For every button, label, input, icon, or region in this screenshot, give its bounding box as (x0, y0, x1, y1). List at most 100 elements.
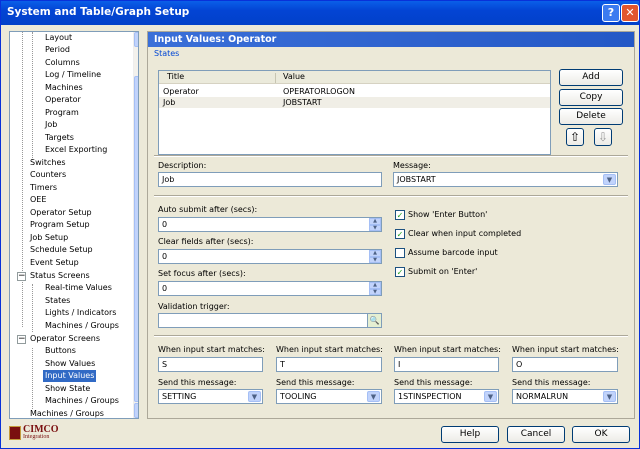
row-value: JOBSTART (283, 98, 322, 107)
validation-field[interactable]: 🔍 (158, 313, 382, 328)
settings-panel: Input Values: Operator States Title Valu… (147, 31, 635, 419)
scroll-down-icon[interactable]: ▼ (134, 403, 138, 418)
tree-item-job-setup[interactable]: Job Setup (30, 232, 68, 244)
tree-item-machines[interactable]: Machines (45, 82, 83, 94)
spinner[interactable]: ▲ ▼ (369, 282, 381, 295)
tree-item-event-setup[interactable]: Event Setup (30, 257, 79, 269)
help-icon[interactable]: ? (602, 4, 620, 22)
message-dropdown[interactable]: JOBSTART ▼ (393, 172, 618, 187)
scroll-thumb[interactable] (134, 76, 138, 402)
chevron-down-icon[interactable]: ▼ (484, 391, 497, 402)
table-row[interactable]: Job JOBSTART (159, 97, 550, 108)
match-field[interactable]: O (512, 357, 618, 372)
tree-item-real-time-values[interactable]: Real-time Values (45, 282, 112, 294)
move-down-icon[interactable]: ⇩ (594, 128, 612, 146)
send-dropdown[interactable]: TOOLING ▼ (276, 389, 382, 404)
match-field[interactable]: T (276, 357, 382, 372)
close-icon[interactable]: ✕ (621, 4, 639, 22)
clear-fields-label: Clear fields after (secs): (158, 237, 254, 246)
tree-item-buttons[interactable]: Buttons (45, 345, 76, 357)
auto-submit-value: 0 (162, 220, 168, 229)
clear-fields-stepper[interactable]: 0 ▲ ▼ (158, 249, 382, 264)
tree-item-schedule-setup[interactable]: Schedule Setup (30, 244, 93, 256)
tree-item-machines-groups[interactable]: Machines / Groups (45, 320, 119, 332)
chevron-down-icon[interactable]: ▼ (603, 174, 616, 185)
chevron-down-icon[interactable]: ▼ (248, 391, 261, 402)
match-field[interactable]: S (158, 357, 263, 372)
tree-scrollbar[interactable]: ▲ ▼ (133, 32, 138, 418)
tree-item-oee[interactable]: OEE (30, 194, 46, 206)
column-value[interactable]: Value (283, 72, 305, 81)
help-button[interactable]: Help (441, 426, 499, 443)
tree-item-operator-screens[interactable]: Operator Screens (30, 333, 100, 345)
tree-item-switches[interactable]: Switches (30, 157, 66, 169)
submit-on-enter-checkbox[interactable]: ✓ (395, 267, 405, 277)
tree-item-status-screens[interactable]: Status Screens (30, 270, 90, 282)
states-list[interactable]: Title Value Operator OPERATORLOGON Job J… (158, 70, 551, 155)
column-title[interactable]: Title (167, 72, 184, 81)
tree-item-job[interactable]: Job (45, 119, 57, 131)
cimco-logo: CIMCO Integration (9, 424, 69, 444)
assume-barcode-checkbox[interactable] (395, 248, 405, 258)
chevron-down-icon[interactable]: ▼ (367, 391, 380, 402)
match-label: When input start matches: (394, 345, 501, 354)
tree-item-layout[interactable]: Layout (45, 32, 72, 44)
delete-button[interactable]: Delete (559, 108, 623, 125)
tree-item-log-timeline[interactable]: Log / Timeline (45, 69, 101, 81)
send-value: SETTING (162, 392, 197, 401)
tree-item-lights-indicators[interactable]: Lights / Indicators (45, 307, 116, 319)
set-focus-stepper[interactable]: 0 ▲ ▼ (158, 281, 382, 296)
table-row[interactable]: Operator OPERATORLOGON (159, 86, 550, 97)
tree-item-period[interactable]: Period (45, 44, 70, 56)
add-button[interactable]: Add (559, 69, 623, 86)
send-value: NORMALRUN (516, 392, 569, 401)
tree-item-operator-setup[interactable]: Operator Setup (30, 207, 92, 219)
tree-item-program[interactable]: Program (45, 107, 79, 119)
description-field[interactable]: Job (158, 172, 382, 187)
send-dropdown[interactable]: SETTING ▼ (158, 389, 263, 404)
auto-submit-stepper[interactable]: 0 ▲ ▼ (158, 217, 382, 232)
send-dropdown[interactable]: NORMALRUN ▼ (512, 389, 618, 404)
ok-button[interactable]: OK (572, 426, 630, 443)
copy-button[interactable]: Copy (559, 89, 623, 106)
tree-item-operator[interactable]: Operator (45, 94, 81, 106)
tree-item-machines-groups-3[interactable]: Machines / Groups (30, 408, 104, 418)
tree-item-timers[interactable]: Timers (30, 182, 57, 194)
list-header: Title Value (159, 71, 550, 84)
cancel-button[interactable]: Cancel (507, 426, 565, 443)
move-up-icon[interactable]: ⇧ (566, 128, 584, 146)
tree-item-show-values[interactable]: Show Values (45, 358, 95, 370)
spin-down-icon[interactable]: ▼ (369, 224, 381, 231)
send-dropdown[interactable]: 1STINSPECTION ▼ (394, 389, 499, 404)
tree-item-targets[interactable]: Targets (45, 132, 74, 144)
chevron-down-icon[interactable]: ▼ (603, 391, 616, 402)
search-icon[interactable]: 🔍 (367, 314, 381, 327)
logo-subtext: Integration (23, 434, 50, 440)
tree-item-input-values[interactable]: Input Values (43, 370, 97, 382)
spin-down-icon[interactable]: ▼ (369, 256, 381, 263)
send-label: Send this message: (276, 378, 355, 387)
tree-item-program-setup[interactable]: Program Setup (30, 219, 90, 231)
match-field[interactable]: I (394, 357, 499, 372)
tree-line (32, 32, 33, 160)
tree-item-columns[interactable]: Columns (45, 57, 80, 69)
clear-when-complete-checkbox[interactable]: ✓ (395, 229, 405, 239)
spin-down-icon[interactable]: ▼ (369, 288, 381, 295)
collapse-icon[interactable]: − (17, 335, 26, 344)
tree-item-states[interactable]: States (45, 295, 70, 307)
tree-item-show-state[interactable]: Show State (45, 383, 90, 395)
show-enter-label: Show 'Enter Button' (408, 210, 488, 219)
tree-item-excel-exporting[interactable]: Excel Exporting (45, 144, 107, 156)
spinner[interactable]: ▲ ▼ (369, 218, 381, 231)
column-separator[interactable] (275, 73, 276, 83)
show-enter-checkbox[interactable]: ✓ (395, 210, 405, 220)
tree-item-machines-groups-2[interactable]: Machines / Groups (45, 395, 119, 407)
divider (154, 195, 628, 197)
title-bar: System and Table/Graph Setup ? ✕ (1, 1, 639, 25)
send-label: Send this message: (158, 378, 237, 387)
tree-item-counters[interactable]: Counters (30, 169, 66, 181)
scroll-up-icon[interactable]: ▲ (134, 32, 138, 47)
spinner[interactable]: ▲ ▼ (369, 250, 381, 263)
collapse-icon[interactable]: − (17, 272, 26, 281)
logo-mark (9, 426, 21, 440)
